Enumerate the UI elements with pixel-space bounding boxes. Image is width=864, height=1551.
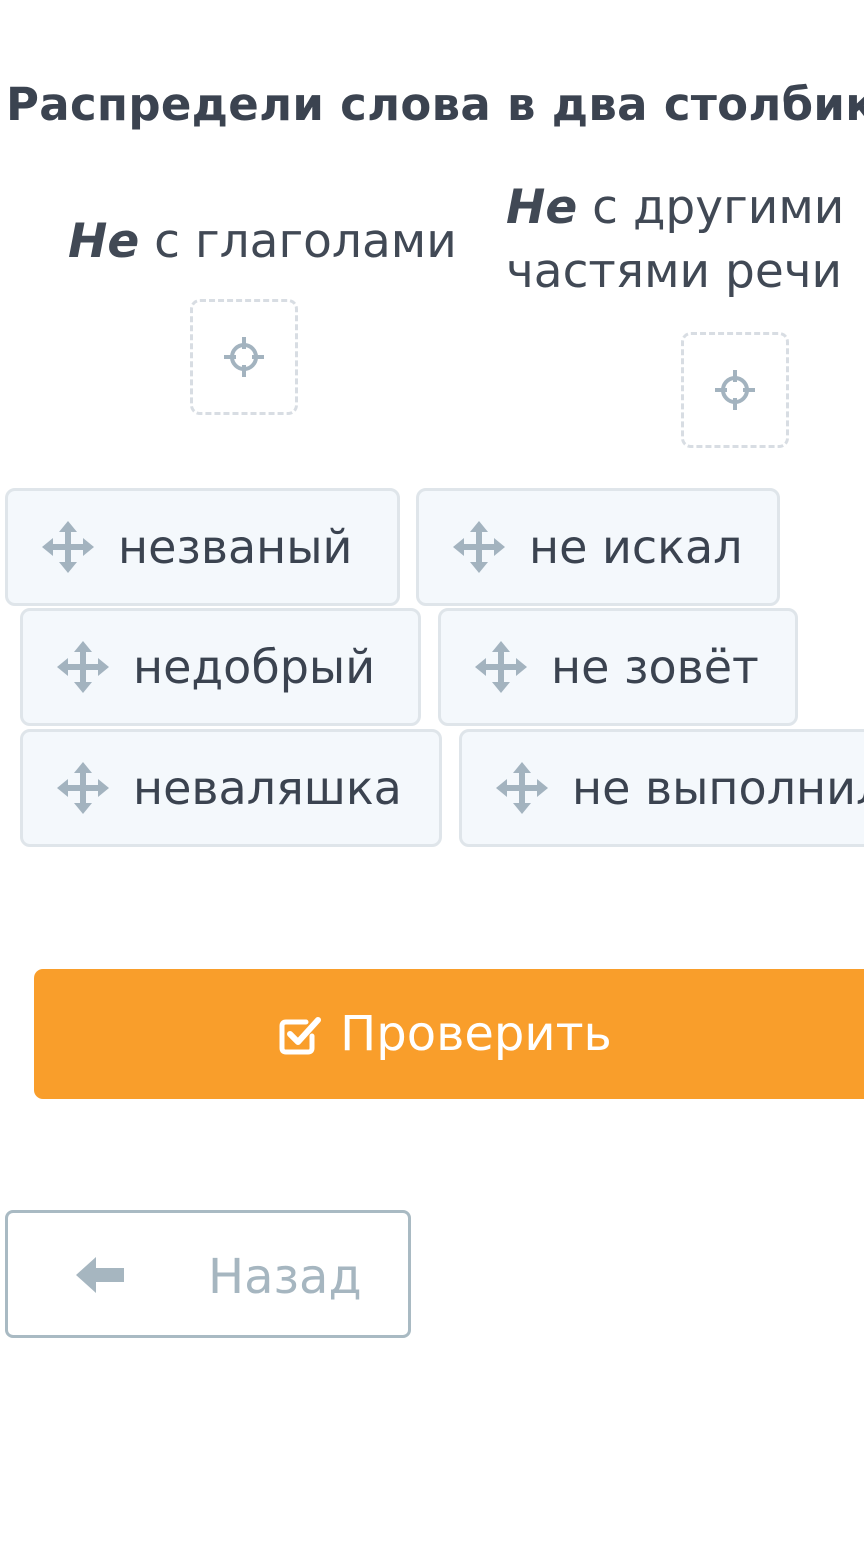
word-chip[interactable]: не зовёт	[438, 608, 798, 726]
column-header-verbs: Не с глаголами	[68, 210, 457, 274]
word-chip[interactable]: недобрый	[20, 608, 421, 726]
drop-zone-verbs[interactable]	[190, 299, 298, 415]
word-chip-label: не зовёт	[551, 640, 759, 694]
column-header-other-parts: Не с другими частями речи	[506, 176, 864, 304]
column-header-emphasis: Не	[68, 214, 140, 269]
word-chip[interactable]: незваный	[5, 488, 400, 606]
word-chip[interactable]: не искал	[416, 488, 780, 606]
check-button-label: Проверить	[340, 1006, 612, 1062]
word-chip-label: неваляшка	[133, 761, 402, 815]
column-header-emphasis: Не	[506, 180, 578, 235]
back-button-label: Назад	[208, 1249, 362, 1305]
move-icon	[42, 521, 94, 573]
task-title: Распредели слова в два столбика	[6, 78, 864, 131]
column-header-text: с глаголами	[139, 214, 457, 269]
move-icon	[453, 521, 505, 573]
check-button[interactable]: Проверить	[34, 969, 864, 1099]
word-chip-label: недобрый	[133, 640, 376, 694]
move-icon	[57, 762, 109, 814]
move-icon	[57, 641, 109, 693]
word-chip-label: не выполнил	[572, 761, 864, 815]
checkbox-checked-icon	[279, 1017, 322, 1055]
back-button[interactable]: Назад	[5, 1210, 411, 1338]
word-chip-label: не искал	[529, 520, 743, 574]
arrow-left-icon	[76, 1257, 124, 1293]
drop-zone-other-parts[interactable]	[681, 332, 789, 448]
move-icon	[496, 762, 548, 814]
target-icon	[715, 370, 755, 410]
word-chip-label: незваный	[118, 520, 353, 574]
word-chip[interactable]: неваляшка	[20, 729, 442, 847]
word-chip[interactable]: не выполнил	[459, 729, 864, 847]
target-icon	[224, 337, 264, 377]
move-icon	[475, 641, 527, 693]
